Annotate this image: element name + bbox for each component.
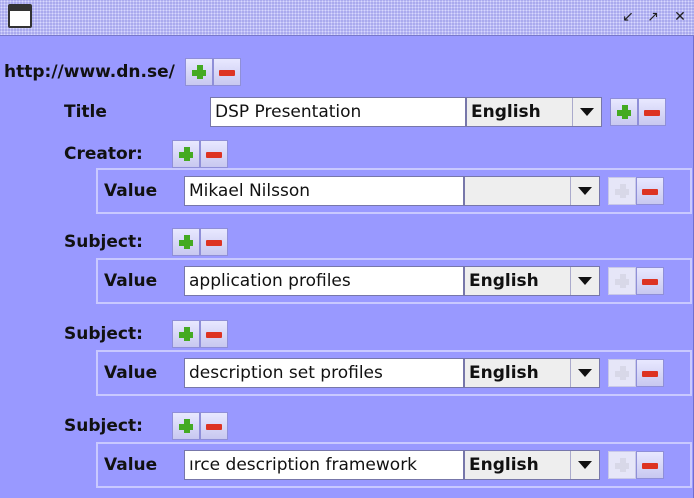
subject-input[interactable]: ırce description framework	[184, 450, 464, 480]
chevron-down-icon[interactable]	[570, 359, 599, 387]
creator-value-add-button[interactable]	[608, 177, 636, 205]
add-property-button[interactable]	[184, 58, 213, 86]
minimize-icon[interactable]: ↙	[618, 7, 638, 27]
creator-value-group: Value Mikael Nilsson	[96, 168, 692, 214]
subject-value-row: Value description set profiles English	[104, 358, 664, 388]
subject-value-add-button[interactable]	[608, 267, 636, 295]
subject-value-group: Value application profiles English	[96, 258, 692, 304]
subject-value-label: Value	[104, 363, 158, 383]
title-row: Title DSP Presentation English	[64, 97, 666, 127]
subject-value-add-button[interactable]	[608, 359, 636, 387]
window-icon	[8, 4, 32, 28]
metadata-editor: http://www.dn.se/ Title DSP Presentation…	[0, 36, 694, 498]
subject-add-button[interactable]	[172, 320, 200, 348]
subject-add-button[interactable]	[172, 228, 200, 256]
title-input[interactable]: DSP Presentation	[210, 97, 466, 127]
creator-add-button[interactable]	[172, 140, 200, 168]
subject-value-row: Value application profiles English	[104, 266, 664, 296]
subject-value-group: Value ırce description framework English	[96, 442, 692, 488]
app-window: ↙ ↗ ✕ http://www.dn.se/ Title DSP Presen…	[0, 0, 694, 498]
subject-language-value: English	[469, 363, 539, 383]
subject-label: Subject:	[64, 416, 143, 436]
root-row: http://www.dn.se/	[4, 58, 241, 86]
creator-value-remove-button[interactable]	[636, 177, 664, 205]
chevron-down-icon[interactable]	[572, 98, 601, 126]
subject-value-group: Value description set profiles English	[96, 350, 692, 396]
title-language-select[interactable]: English	[466, 97, 602, 127]
creator-remove-button[interactable]	[200, 140, 228, 168]
title-bar[interactable]: ↙ ↗ ✕	[0, 0, 694, 36]
subject-remove-button[interactable]	[200, 412, 228, 440]
title-language-value: English	[471, 102, 541, 122]
subject-row: Subject:	[64, 228, 228, 256]
subject-language-value: English	[469, 455, 539, 475]
creator-value-label: Value	[104, 181, 158, 201]
subject-label: Subject:	[64, 232, 143, 252]
subject-add-button[interactable]	[172, 412, 200, 440]
maximize-icon[interactable]: ↗	[643, 7, 663, 27]
title-label: Title	[64, 102, 107, 122]
title-add-button[interactable]	[610, 98, 638, 126]
remove-resource-button[interactable]	[212, 58, 241, 86]
subject-remove-button[interactable]	[200, 320, 228, 348]
chevron-down-icon[interactable]	[570, 451, 599, 479]
chevron-down-icon[interactable]	[570, 177, 599, 205]
subject-row: Subject:	[64, 320, 228, 348]
subject-value-label: Value	[104, 271, 158, 291]
subject-value-remove-button[interactable]	[636, 267, 664, 295]
subject-value-remove-button[interactable]	[636, 359, 664, 387]
subject-input[interactable]: description set profiles	[184, 358, 464, 388]
subject-language-value: English	[469, 271, 539, 291]
root-url-label: http://www.dn.se/	[4, 62, 175, 82]
subject-language-select[interactable]: English	[464, 266, 600, 296]
subject-value-add-button[interactable]	[608, 451, 636, 479]
close-icon[interactable]: ✕	[670, 7, 690, 27]
creator-value-row: Value Mikael Nilsson	[104, 176, 664, 206]
chevron-down-icon[interactable]	[570, 267, 599, 295]
subject-row: Subject:	[64, 412, 228, 440]
subject-language-select[interactable]: English	[464, 358, 600, 388]
creator-input[interactable]: Mikael Nilsson	[184, 176, 464, 206]
subject-value-label: Value	[104, 455, 158, 475]
creator-language-select[interactable]	[464, 176, 600, 206]
subject-language-select[interactable]: English	[464, 450, 600, 480]
creator-row: Creator:	[64, 140, 228, 168]
title-remove-button[interactable]	[638, 98, 666, 126]
subject-value-row: Value ırce description framework English	[104, 450, 664, 480]
subject-input[interactable]: application profiles	[184, 266, 464, 296]
subject-label: Subject:	[64, 324, 143, 344]
subject-remove-button[interactable]	[200, 228, 228, 256]
subject-value-remove-button[interactable]	[636, 451, 664, 479]
creator-label: Creator:	[64, 144, 143, 164]
